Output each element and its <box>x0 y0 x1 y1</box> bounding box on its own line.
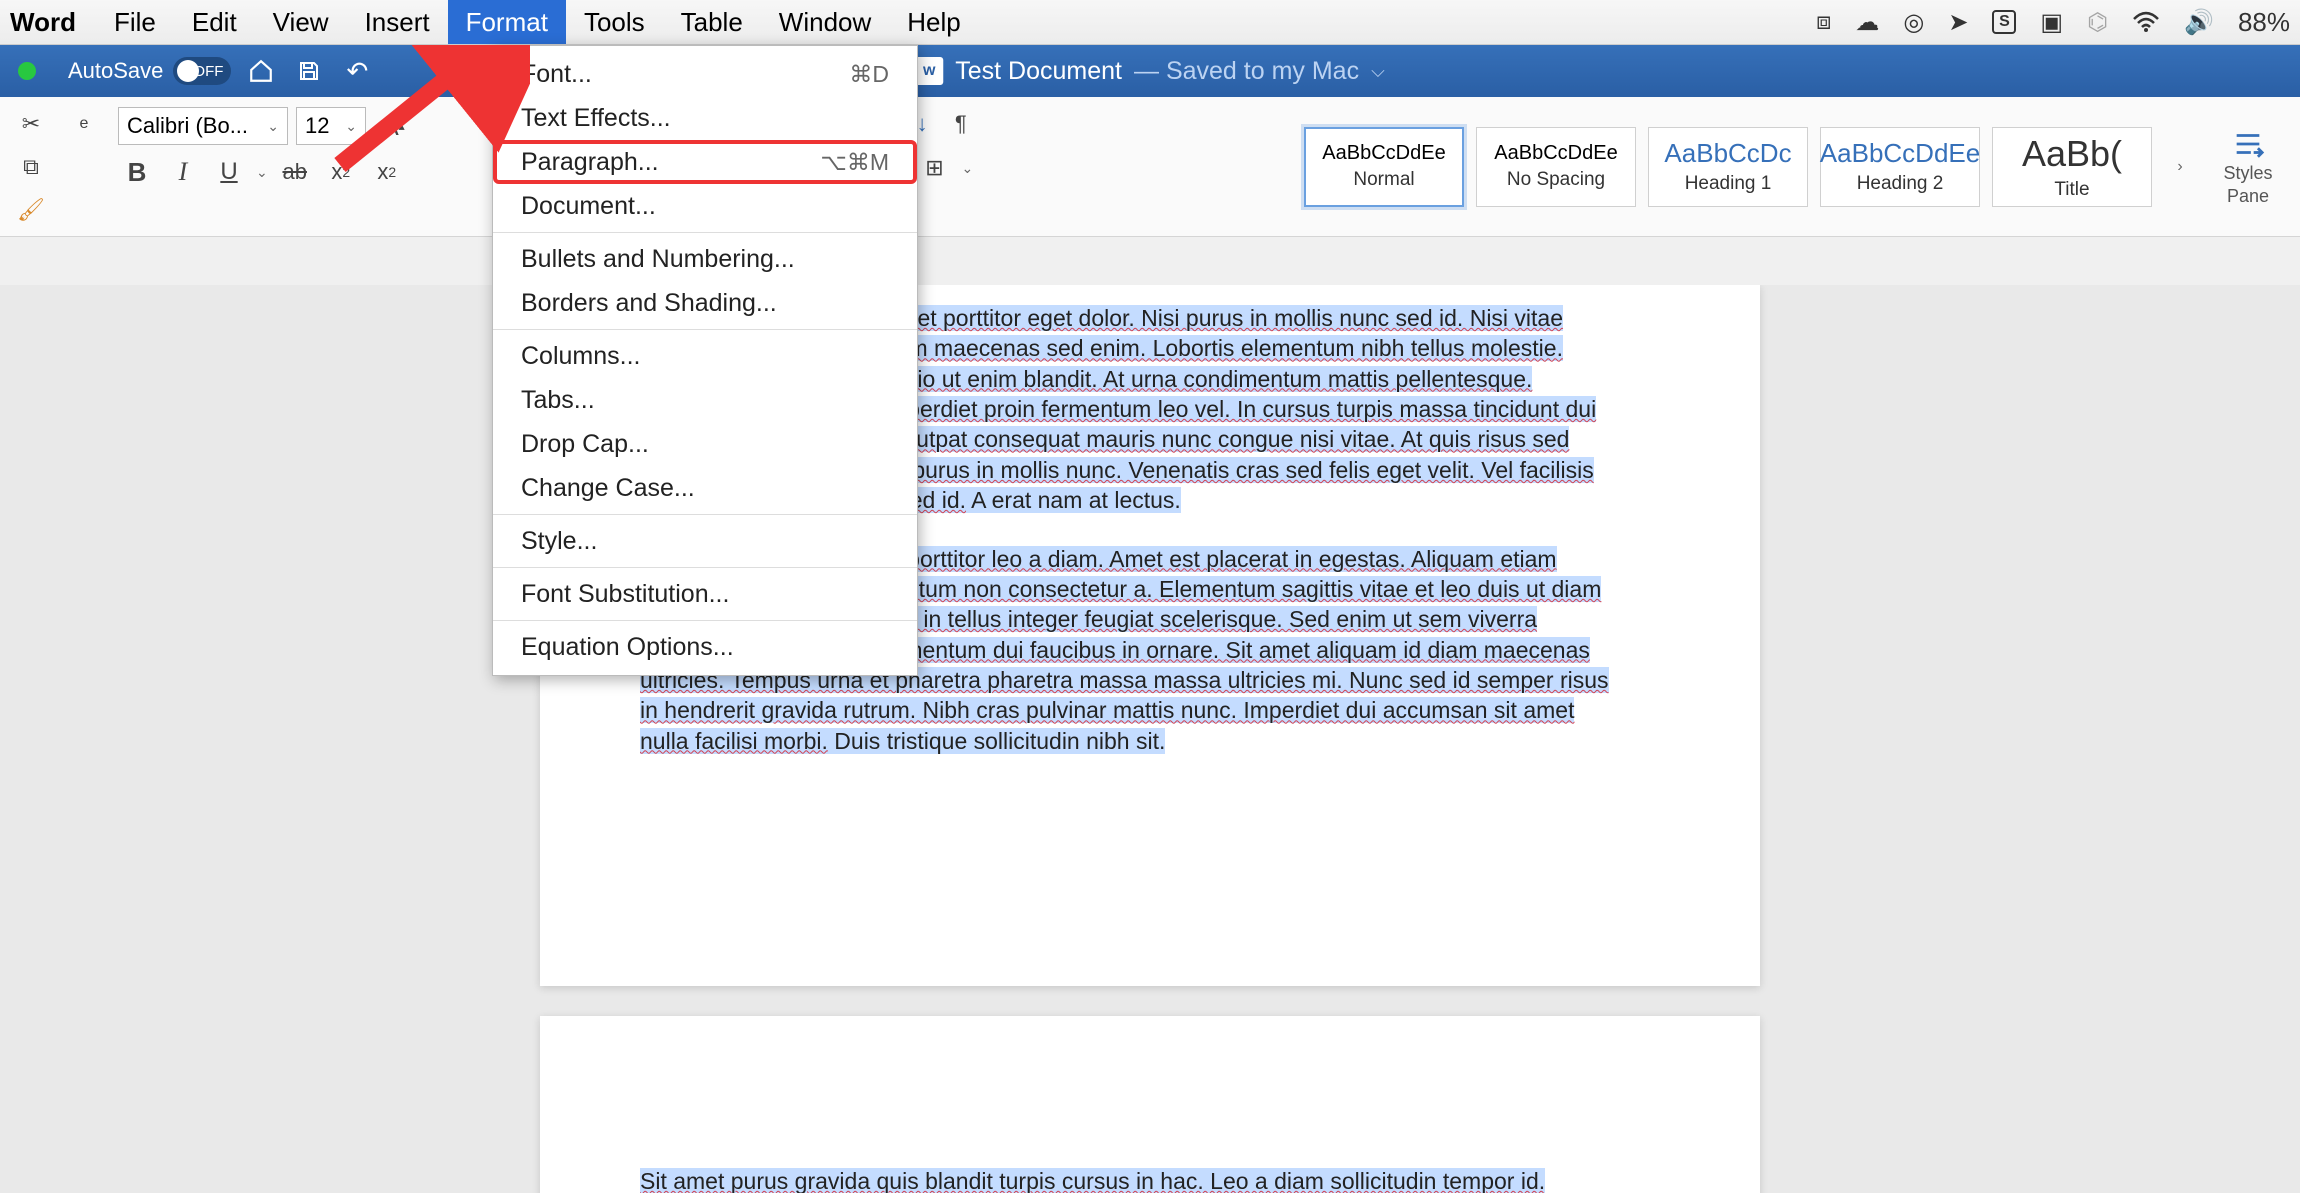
styles-pane-button[interactable]: Styles Pane <box>2208 127 2288 207</box>
word-doc-icon: w <box>915 57 943 85</box>
format-dropdown-menu: Font...⌘DText Effects...Paragraph...⌥⌘MD… <box>492 45 918 676</box>
underline-button[interactable]: U <box>210 155 248 189</box>
styles-gallery: AaBbCcDdEe Normal AaBbCcDdEe No Spacing … <box>1304 107 2288 226</box>
font-selector[interactable]: Calibri (Bo...⌄ <box>118 107 288 145</box>
cut-icon[interactable]: ✂ <box>12 107 50 140</box>
increase-font-icon[interactable]: A▴ <box>374 109 412 143</box>
style-title[interactable]: AaBb( Title <box>1992 127 2152 207</box>
app-name: Word <box>10 7 76 38</box>
page-2[interactable]: Sit amet purus gravida quis blandit turp… <box>540 1016 1760 1193</box>
bold-button[interactable]: B <box>118 155 156 189</box>
menu-window[interactable]: Window <box>761 0 889 44</box>
doc-name: Test Document <box>955 57 1122 86</box>
menu-item-bullets-and-numbering-[interactable]: Bullets and Numbering... <box>493 237 917 281</box>
ribbon: ✂ ⧉ 🖌 e Calibri (Bo...⌄ 12⌄ A▴ B I U ⌄ a… <box>0 97 2300 237</box>
font-size-selector[interactable]: 12⌄ <box>296 107 366 145</box>
more-styles-button[interactable]: › <box>2164 127 2196 207</box>
battery-percent[interactable]: 88% <box>2238 7 2290 38</box>
cloud-icon[interactable]: ☁ <box>1855 8 1879 37</box>
arrow-icon[interactable]: ➤ <box>1948 8 1968 37</box>
menu-item-drop-cap-[interactable]: Drop Cap... <box>493 422 917 466</box>
menu-item-font-substitution-[interactable]: Font Substitution... <box>493 572 917 616</box>
menu-help[interactable]: Help <box>889 0 978 44</box>
superscript-button[interactable]: x2 <box>368 155 406 189</box>
subscript-button[interactable]: x2 <box>322 155 360 189</box>
paragraph-3[interactable]: Sit amet purus gravida quis blandit turp… <box>640 1166 1610 1193</box>
menu-item-document-[interactable]: Document... <box>493 184 917 228</box>
calendar-icon[interactable]: ▣ <box>2040 8 2063 37</box>
borders-icon[interactable]: ⊞ <box>915 151 953 185</box>
wifi-icon[interactable] <box>2132 11 2160 33</box>
menu-item-paragraph-[interactable]: Paragraph...⌥⌘M <box>493 140 917 184</box>
titlebar: AutoSave OFF ↶ w Test Document — Saved t… <box>0 45 2300 97</box>
menu-tools[interactable]: Tools <box>566 0 663 44</box>
strikethrough-button[interactable]: ab <box>276 155 314 189</box>
menu-edit[interactable]: Edit <box>174 0 255 44</box>
document-title[interactable]: w Test Document — Saved to my Mac ⌵ <box>915 57 1384 86</box>
autosave-toggle[interactable]: AutoSave OFF <box>68 57 231 85</box>
style-heading-1[interactable]: AaBbCcDc Heading 1 <box>1648 127 1808 207</box>
menu-item-style-[interactable]: Style... <box>493 519 917 563</box>
paste-icon[interactable]: e <box>68 107 100 141</box>
document-area[interactable]: cibus a pellentesque sit amet porttitor … <box>0 285 2300 1193</box>
chevron-down-icon[interactable]: ⌵ <box>1371 61 1385 82</box>
undo-icon[interactable]: ↶ <box>339 53 375 89</box>
style-normal[interactable]: AaBbCcDdEe Normal <box>1304 127 1464 207</box>
bluetooth-icon[interactable]: ⌬ <box>2087 8 2108 37</box>
maximize-dot[interactable] <box>18 62 36 80</box>
paragraph-marks-icon[interactable]: ¶ <box>942 107 980 141</box>
format-painter-icon[interactable]: 🖌 <box>12 193 50 226</box>
dropbox-icon[interactable]: ⧈ <box>1816 8 1831 36</box>
menu-file[interactable]: File <box>96 0 174 44</box>
style-heading-2[interactable]: AaBbCcDdEe Heading 2 <box>1820 127 1980 207</box>
menu-insert[interactable]: Insert <box>347 0 448 44</box>
menu-item-equation-options-[interactable]: Equation Options... <box>493 625 917 669</box>
menu-item-columns-[interactable]: Columns... <box>493 334 917 378</box>
italic-button[interactable]: I <box>164 155 202 189</box>
system-tray: ⧈ ☁ ◎ ➤ S ▣ ⌬ 🔊 88% <box>1816 7 2290 38</box>
volume-icon[interactable]: 🔊 <box>2184 8 2214 37</box>
home-icon[interactable] <box>243 53 279 89</box>
menu-table[interactable]: Table <box>663 0 761 44</box>
menu-item-borders-and-shading-[interactable]: Borders and Shading... <box>493 281 917 325</box>
menu-item-text-effects-[interactable]: Text Effects... <box>493 96 917 140</box>
autosave-label: AutoSave <box>68 58 163 84</box>
toggle-switch[interactable]: OFF <box>173 57 231 85</box>
menu-item-tabs-[interactable]: Tabs... <box>493 378 917 422</box>
style-no-spacing[interactable]: AaBbCcDdEe No Spacing <box>1476 127 1636 207</box>
save-status: — Saved to my Mac <box>1134 57 1359 86</box>
traffic-lights[interactable] <box>18 62 36 80</box>
copy-icon[interactable]: ⧉ <box>12 150 50 183</box>
underline-more[interactable]: ⌄ <box>256 164 268 181</box>
menu-view[interactable]: View <box>255 0 347 44</box>
s-icon[interactable]: S <box>1992 10 2016 34</box>
menu-item-change-case-[interactable]: Change Case... <box>493 466 917 510</box>
menu-format[interactable]: Format <box>448 0 566 44</box>
cc-icon[interactable]: ◎ <box>1903 8 1924 37</box>
menu-item-font-[interactable]: Font...⌘D <box>493 52 917 96</box>
save-icon[interactable] <box>291 53 327 89</box>
macos-menubar: Word File Edit View Insert Format Tools … <box>0 0 2300 45</box>
